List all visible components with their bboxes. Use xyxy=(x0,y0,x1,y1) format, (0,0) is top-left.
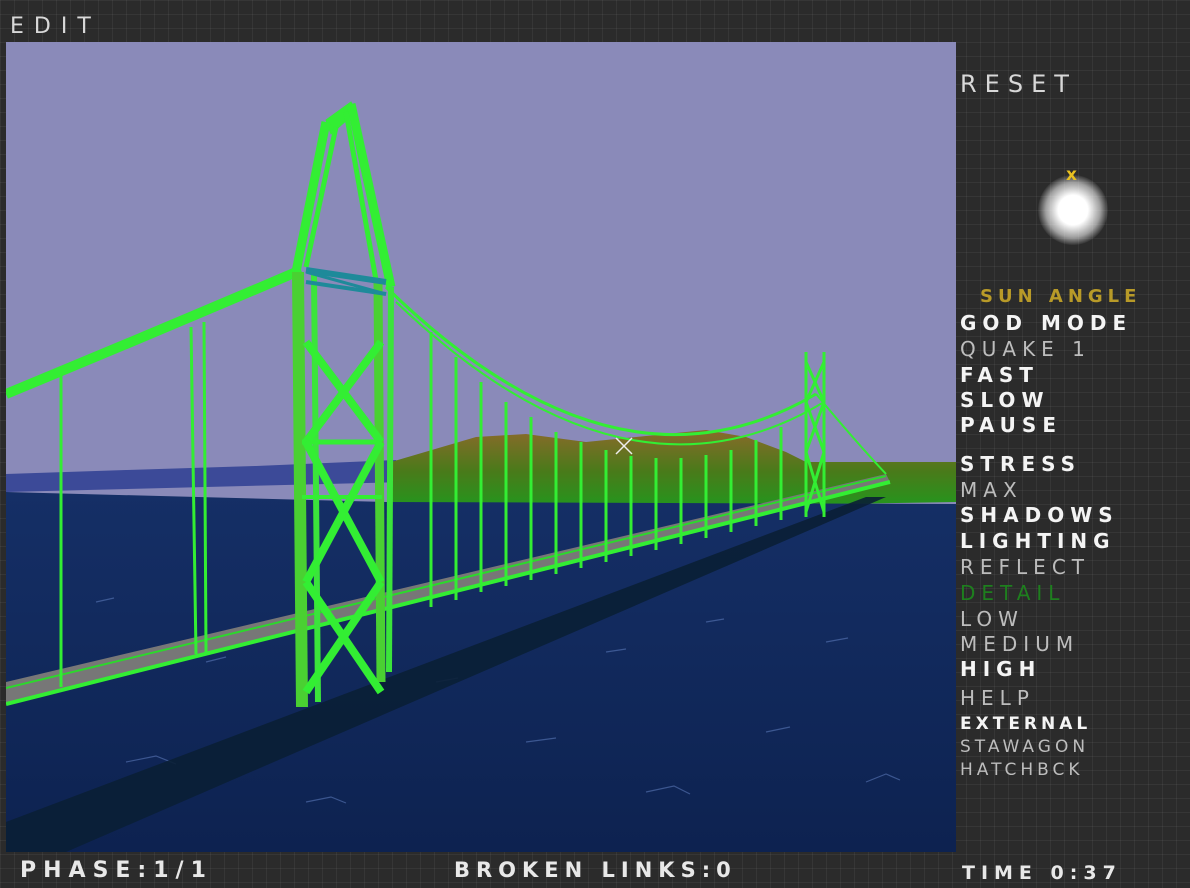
pause-button[interactable]: PAUSE xyxy=(960,413,1062,437)
shadows-button[interactable]: SHADOWS xyxy=(960,503,1119,527)
god-mode-button[interactable]: GOD MODE xyxy=(960,311,1132,335)
detail-low-button[interactable]: LOW xyxy=(960,607,1024,631)
detail-medium-button[interactable]: MEDIUM xyxy=(960,632,1079,656)
slow-button[interactable]: SLOW xyxy=(960,388,1050,412)
sun-icon xyxy=(1038,175,1108,245)
time-display: TIME 0:37 xyxy=(962,862,1122,884)
sun-angle-control[interactable]: x xyxy=(958,120,1190,290)
quake-button[interactable]: QUAKE 1 xyxy=(960,337,1091,361)
edit-button[interactable]: EDIT xyxy=(10,14,101,39)
phase-indicator: PHASE:1/1 xyxy=(20,858,213,883)
help-button[interactable]: HELP xyxy=(960,686,1035,710)
3d-viewport[interactable] xyxy=(6,42,956,852)
stawagon-button[interactable]: STAWAGON xyxy=(960,737,1089,757)
max-button[interactable]: MAX xyxy=(960,478,1023,502)
hatchbck-button[interactable]: HATCHBCK xyxy=(960,760,1084,780)
sun-marker: x xyxy=(1066,165,1077,185)
detail-label: DETAIL xyxy=(960,581,1066,605)
stress-button[interactable]: STRESS xyxy=(960,452,1081,476)
external-view-button[interactable]: EXTERNAL xyxy=(960,714,1091,734)
reset-button[interactable]: RESET xyxy=(960,70,1077,98)
detail-high-button[interactable]: HIGH xyxy=(960,657,1041,681)
reflect-button[interactable]: REFLECT xyxy=(960,555,1090,579)
fast-button[interactable]: FAST xyxy=(960,363,1039,387)
sidebar: RESET x SUN ANGLE GOD MODE QUAKE 1 FAST … xyxy=(958,0,1190,888)
status-bar: PHASE:1/1 BROKEN LINKS:0 TIME 0:37 xyxy=(0,852,1190,888)
lighting-button[interactable]: LIGHTING xyxy=(960,529,1116,553)
broken-links-counter: BROKEN LINKS:0 xyxy=(454,858,737,882)
sun-angle-label: SUN ANGLE xyxy=(980,286,1142,307)
